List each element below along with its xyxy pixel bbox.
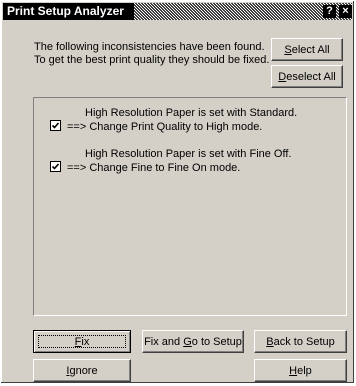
help-icon[interactable]: ? xyxy=(323,5,336,18)
back-to-setup-label: ack to Setup xyxy=(273,336,335,348)
select-all-label: elect All xyxy=(291,44,330,56)
inconsistency-list: High Resolution Paper is set with Standa… xyxy=(33,97,347,316)
message-line-1: The following inconsistencies have been … xyxy=(34,41,265,53)
message-line-2: To get the best print quality they shoul… xyxy=(34,54,270,66)
issue-action: ==> Change Print Quality to High mode. xyxy=(67,121,263,133)
back-to-setup-mnemonic: B xyxy=(266,336,274,348)
title-bar[interactable]: Print Setup Analyzer ? × xyxy=(3,3,352,20)
issue-item[interactable]: High Resolution Paper is set with Fine O… xyxy=(50,148,340,175)
deselect-all-button[interactable]: Deselect All xyxy=(271,65,343,88)
select-all-button[interactable]: Select All xyxy=(271,38,343,61)
close-icon[interactable]: × xyxy=(339,5,352,18)
issue-checkbox[interactable] xyxy=(50,161,61,172)
select-all-mnemonic: S xyxy=(284,44,292,56)
deselect-all-mnemonic: D xyxy=(278,71,287,83)
deselect-all-label: eselect All xyxy=(286,71,336,83)
checkmark-icon xyxy=(51,163,60,170)
issue-action: ==> Change Fine to Fine On mode. xyxy=(67,162,241,174)
fix-and-go-label-start: Fix and xyxy=(144,336,184,348)
instruction-message: The following inconsistencies have been … xyxy=(34,41,284,67)
issue-item[interactable]: High Resolution Paper is set with Standa… xyxy=(50,107,340,134)
fix-and-go-to-setup-button[interactable]: Fix and Go to Setup xyxy=(142,330,244,353)
help-mnemonic: H xyxy=(289,365,298,377)
issue-description: High Resolution Paper is set with Standa… xyxy=(85,107,298,119)
issue-description: High Resolution Paper is set with Fine O… xyxy=(85,148,292,160)
focus-rectangle xyxy=(38,335,126,348)
fix-and-go-label-end: o to Setup xyxy=(191,336,242,348)
issue-checkbox[interactable] xyxy=(50,120,61,131)
fix-and-go-mnemonic: G xyxy=(183,336,192,348)
ignore-label: gnore xyxy=(69,365,98,377)
checkmark-icon xyxy=(51,122,60,129)
fix-button[interactable]: Fix xyxy=(33,330,131,353)
help-button[interactable]: Help xyxy=(254,359,347,382)
window-title: Print Setup Analyzer xyxy=(3,3,134,20)
print-setup-analyzer-dialog: Print Setup Analyzer ? × The following i… xyxy=(1,1,354,383)
ignore-button[interactable]: Ignore xyxy=(33,359,131,382)
help-label: elp xyxy=(297,365,312,377)
back-to-setup-button[interactable]: Back to Setup xyxy=(254,330,347,353)
